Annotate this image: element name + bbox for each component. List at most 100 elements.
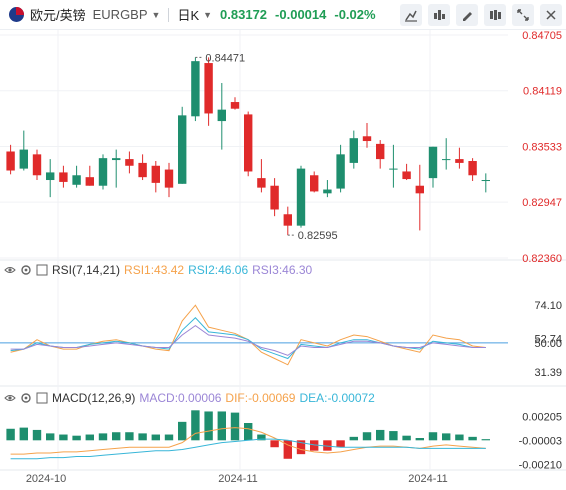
macd-histogram-bar [428, 432, 438, 441]
candle-body [402, 171, 411, 180]
indicator-box-icon[interactable] [36, 392, 48, 404]
candle-body [217, 109, 226, 122]
macd-histogram-bar [138, 433, 147, 441]
settings-icon[interactable] [20, 392, 32, 404]
macd-histogram-bar [376, 429, 385, 441]
eur-gbp-flag-icon [9, 7, 24, 22]
settings-icon[interactable] [20, 264, 32, 276]
candle-body [85, 177, 94, 186]
indicator-icon [434, 10, 445, 20]
macd-histogram-bar [455, 434, 464, 441]
candle-body [178, 115, 187, 184]
dif-value: DIF:-0.00069 [225, 391, 296, 405]
candle-body [415, 185, 424, 194]
macd-histogram-bar [270, 440, 279, 448]
macd-histogram-bar [19, 427, 28, 441]
candle-body [230, 102, 240, 109]
candle-body [428, 146, 438, 179]
timeframe-dropdown-icon[interactable]: ▼ [203, 10, 212, 20]
candle-body [257, 178, 266, 188]
candle-body [244, 114, 253, 172]
candle-body [442, 159, 451, 161]
price-tick-label: 0.84119 [523, 86, 562, 98]
macd-histogram-bar [98, 433, 108, 441]
chart-header: 欧元/英镑 EURGBP ▼ 日K ▼ 0.83172 -0.00014 -0.… [0, 0, 566, 30]
timeframe-selector[interactable]: 日K [177, 5, 199, 24]
candle-body [19, 149, 28, 169]
rsi-title: RSI(7,14,21) [52, 263, 121, 277]
candle-body [270, 185, 279, 210]
macd-title: MACD(12,26,9) [52, 391, 136, 405]
rsi-tick-label: 50.00 [534, 338, 562, 350]
candle-body [138, 162, 147, 178]
high-price-label: 0.84471 [205, 52, 245, 64]
macd-histogram-bar [402, 435, 411, 441]
last-price: 0.83172 [220, 7, 268, 22]
rsi3-value: RSI3:46.30 [252, 263, 313, 277]
price-tick-label: 0.83533 [522, 141, 562, 153]
macd-histogram-bar [112, 432, 121, 441]
macd-histogram-bar [389, 431, 398, 441]
candle-body [455, 159, 464, 163]
macd-histogram-bar [442, 433, 451, 441]
draw-icon [463, 12, 472, 21]
eye-icon[interactable] [4, 392, 16, 404]
candle-body [59, 172, 68, 182]
settings-button[interactable] [484, 4, 506, 26]
dea-value: DEA:-0.00072 [299, 391, 375, 405]
eye-icon[interactable] [4, 264, 16, 276]
settings-icon [490, 10, 501, 20]
macd-histogram-bar [336, 440, 345, 448]
candle-body [336, 154, 345, 189]
candle-body [32, 154, 42, 176]
macd-histogram-bar [6, 428, 15, 441]
close-button[interactable] [540, 4, 562, 26]
price-tick-label: 0.82947 [522, 197, 562, 209]
candle-body [98, 158, 108, 186]
symbol-dropdown-icon[interactable]: ▼ [152, 10, 161, 20]
rsi1-line [10, 304, 486, 366]
date-tick-label: 2024-10 [26, 473, 66, 485]
macd-histogram-bar [32, 429, 42, 441]
candle-body [112, 158, 121, 161]
candle-body [468, 161, 477, 176]
macd-histogram-bar [349, 436, 358, 441]
candle-body [323, 189, 332, 194]
macd-histogram-bar [481, 439, 490, 441]
macd-histogram-bar [244, 423, 253, 441]
candle-style-button[interactable] [400, 4, 422, 26]
fullscreen-icon [517, 9, 529, 21]
candle-body [164, 169, 174, 188]
price-change-percent: -0.02% [334, 7, 376, 22]
pair-name[interactable]: 欧元/英镑 [30, 5, 86, 24]
indicator-button[interactable] [428, 4, 450, 26]
divider [168, 7, 170, 22]
rsi-tick-label: 31.39 [534, 367, 562, 379]
macd-histogram-bar [468, 436, 477, 441]
macd-histogram-bar [164, 434, 174, 441]
chart-widget: 欧元/英镑 EURGBP ▼ 日K ▼ 0.83172 -0.00014 -0.… [0, 0, 566, 490]
macd-histogram-bar [125, 432, 134, 441]
candle-body [72, 175, 81, 185]
draw-button[interactable] [456, 4, 478, 26]
macd-tick-label: 0.00205 [522, 412, 562, 424]
toolbar [400, 4, 562, 26]
fullscreen-button[interactable] [512, 4, 534, 26]
candle-body [46, 172, 55, 181]
date-tick-label: 2024-11 [408, 473, 448, 485]
candle-style-icon [405, 10, 417, 22]
indicator-box-icon[interactable] [36, 264, 48, 276]
macd-histogram-bar [230, 412, 240, 441]
rsi-legend: RSI(7,14,21) RSI1:43.42 RSI2:46.06 RSI3:… [0, 262, 312, 278]
price-tick-label: 0.84705 [522, 30, 562, 42]
close-icon [546, 10, 556, 20]
candle-body [481, 180, 490, 182]
macd-tick-label: -0.00003 [519, 436, 562, 448]
chart-area[interactable]: 0.84705 0.84119 0.83533 0.82947 0.82360 0.844… [0, 30, 566, 490]
rsi-tick-label: 74.10 [534, 300, 562, 312]
symbol-code[interactable]: EURGBP [93, 7, 148, 22]
candle-body [283, 214, 292, 226]
price-change: -0.00014 [275, 7, 327, 22]
macd-histogram-bar [415, 438, 424, 441]
candle-body [362, 136, 372, 142]
